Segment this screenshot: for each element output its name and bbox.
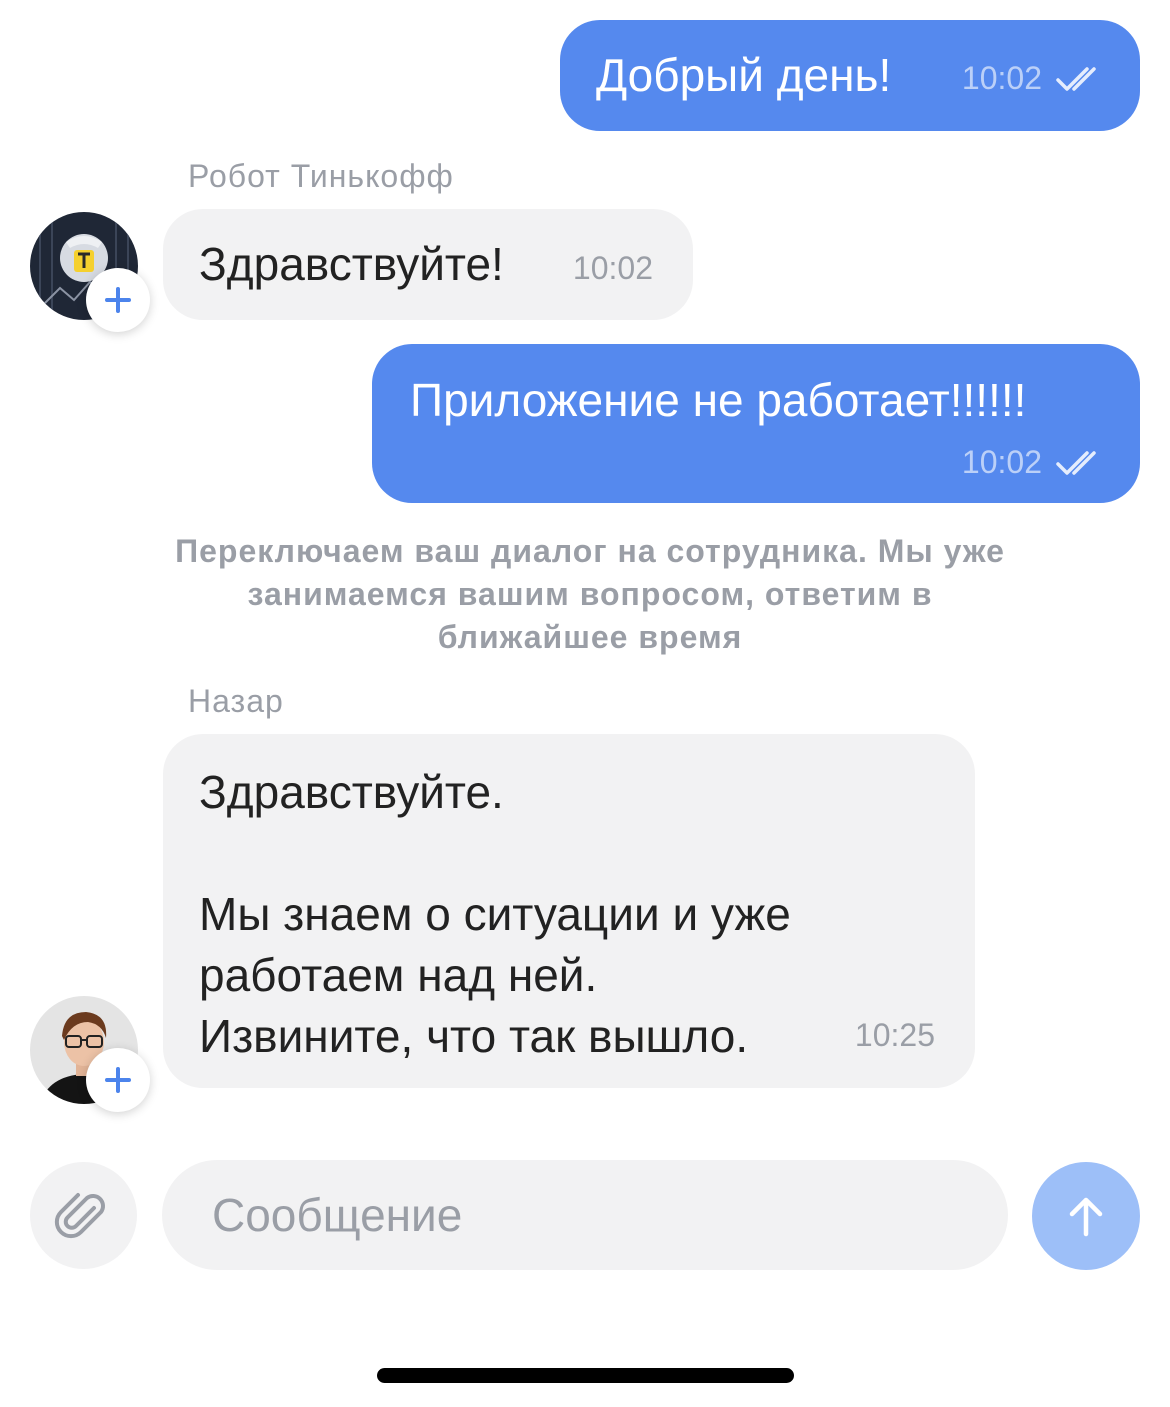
arrow-up-icon <box>1069 1197 1103 1237</box>
message-meta: 10:02 <box>962 444 1104 481</box>
double-check-icon <box>1056 66 1096 91</box>
message-time: 10:25 <box>854 1017 935 1053</box>
message-text: Приложение не работает!!!!!! <box>410 374 1027 426</box>
home-indicator[interactable] <box>377 1368 794 1383</box>
send-button[interactable] <box>1032 1162 1140 1270</box>
message-time: 10:02 <box>961 444 1042 480</box>
add-contact-button[interactable] <box>86 1048 150 1112</box>
plus-icon <box>105 287 131 313</box>
message-text: Здравствуйте! <box>199 238 504 290</box>
incoming-message[interactable]: Здравствуйте. Мы знаем о ситуации и уже … <box>163 734 975 1088</box>
sender-name: Робот Тинькофф <box>188 158 454 194</box>
message-input[interactable]: Сообщение <box>162 1160 1008 1270</box>
system-notice: Переключаем ваш диалог на сотрудника. Мы… <box>175 533 1005 655</box>
outgoing-message[interactable]: Добрый день! 10:02 <box>560 20 1140 131</box>
message-text: Здравствуйте. Мы знаем о ситуации и уже … <box>199 766 791 1062</box>
message-text: Добрый день! <box>596 49 892 101</box>
add-contact-button[interactable] <box>86 268 150 332</box>
chat-screen: Добрый день! 10:02 Робот Тинькофф Здравс… <box>0 0 1170 1407</box>
sender-name: Назар <box>188 683 284 719</box>
outgoing-message[interactable]: Приложение не работает!!!!!! 10:02 <box>372 344 1140 503</box>
message-meta: 10:02 <box>962 60 1104 97</box>
message-time: 10:02 <box>572 250 653 286</box>
message-time: 10:02 <box>961 60 1042 96</box>
paperclip-icon <box>54 1192 105 1238</box>
double-check-icon <box>1056 450 1096 475</box>
plus-icon <box>105 1067 131 1093</box>
attach-button[interactable] <box>30 1162 137 1269</box>
incoming-message[interactable]: Здравствуйте! 10:02 <box>163 209 693 320</box>
